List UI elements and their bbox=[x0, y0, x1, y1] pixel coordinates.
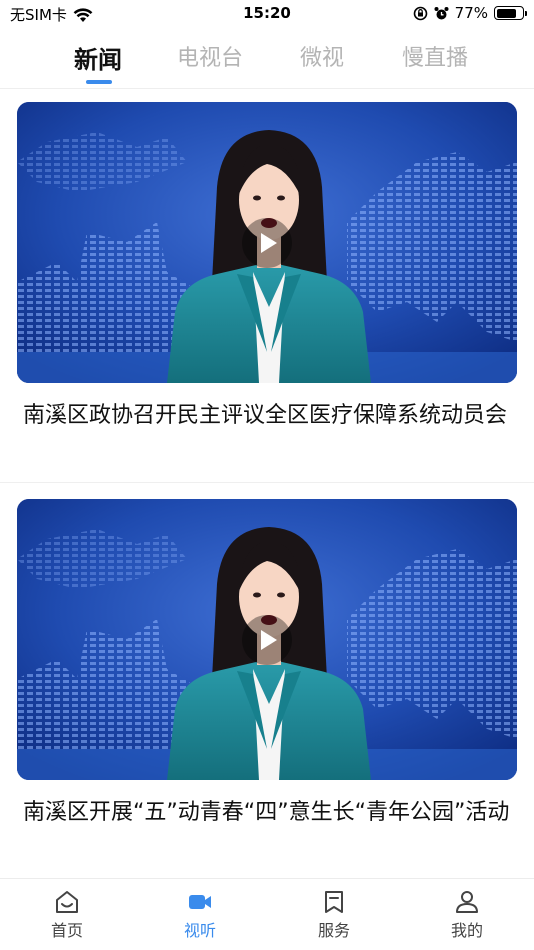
tab-micro-video[interactable]: 微视 bbox=[300, 40, 344, 72]
user-icon bbox=[456, 891, 478, 913]
nav-services-label: 服务 bbox=[317, 921, 350, 940]
play-icon bbox=[261, 629, 277, 650]
active-tab-indicator bbox=[86, 80, 112, 84]
card-divider bbox=[0, 482, 534, 483]
orientation-lock-icon bbox=[413, 6, 427, 20]
battery-fill bbox=[496, 8, 516, 18]
battery-icon bbox=[494, 6, 527, 20]
play-icon bbox=[261, 232, 277, 253]
tab-tv-station[interactable]: 电视台 bbox=[177, 40, 243, 72]
play-button[interactable] bbox=[242, 217, 292, 268]
news-title[interactable]: 南溪区政协召开民主评议全区医疗保障系统动员会 bbox=[23, 399, 513, 433]
battery-percent: 77% bbox=[454, 4, 488, 22]
status-bar: 无SIM卡 15:20 77% bbox=[0, 0, 534, 28]
video-camera-icon bbox=[189, 895, 211, 909]
bookmark-icon bbox=[325, 891, 343, 913]
tab-divider bbox=[0, 88, 534, 89]
nav-services[interactable]: 服务 bbox=[294, 889, 374, 941]
bottom-nav-bar: 首页 视听 服务 我的 bbox=[0, 878, 534, 950]
news-title[interactable]: 南溪区开展“五”动青春“四”意生长“青年公园”活动 bbox=[23, 796, 513, 830]
video-thumbnail[interactable] bbox=[17, 499, 517, 780]
nav-home-label: 首页 bbox=[50, 921, 83, 940]
play-button[interactable] bbox=[242, 614, 292, 665]
tab-slow-live[interactable]: 慢直播 bbox=[402, 40, 468, 72]
alarm-icon bbox=[434, 6, 449, 19]
top-tab-bar: 新闻 电视台 微视 慢直播 bbox=[0, 36, 534, 88]
nav-audio-video[interactable]: 视听 bbox=[160, 889, 240, 941]
video-thumbnail[interactable] bbox=[17, 102, 517, 383]
nav-profile-label: 我的 bbox=[450, 921, 483, 940]
tab-news[interactable]: 新闻 bbox=[74, 40, 122, 75]
home-icon bbox=[56, 891, 78, 913]
nav-audio-video-label: 视听 bbox=[183, 921, 216, 940]
status-right: 77% bbox=[413, 4, 527, 22]
nav-home[interactable]: 首页 bbox=[27, 889, 107, 941]
nav-profile[interactable]: 我的 bbox=[427, 889, 507, 941]
